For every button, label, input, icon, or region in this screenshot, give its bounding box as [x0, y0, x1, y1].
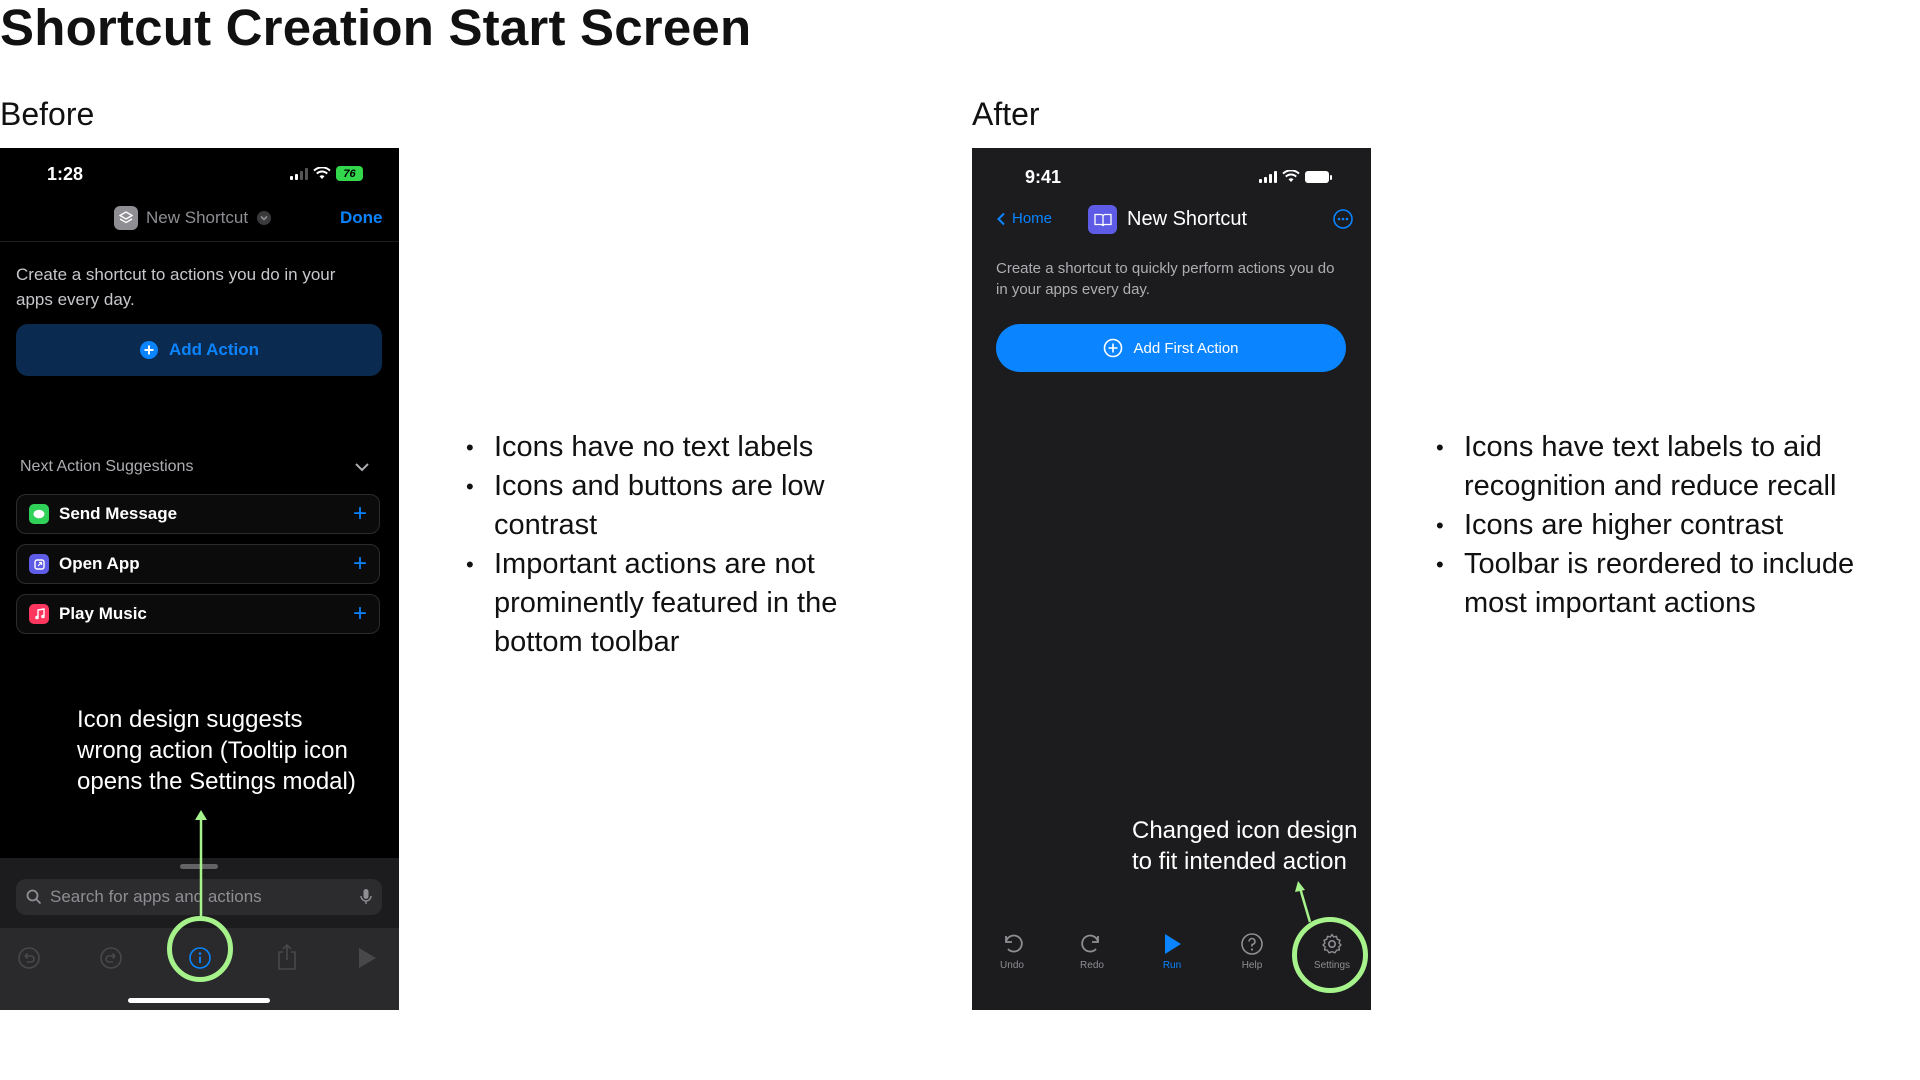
add-first-action-label: Add First Action	[1133, 339, 1239, 357]
add-action-label: Add Action	[168, 340, 260, 359]
book-icon	[1088, 205, 1117, 234]
divider	[0, 241, 399, 242]
suggestions-header: Next Action Suggestions	[20, 458, 194, 475]
music-icon	[29, 604, 49, 624]
description: Create a shortcut to quickly perform act…	[996, 260, 1335, 298]
chevron-left-icon	[997, 212, 1005, 225]
note-item: Icons and buttons are low contrast	[466, 467, 884, 545]
plus-icon[interactable]: +	[353, 602, 367, 626]
play-icon	[1165, 934, 1181, 954]
highlight-ring	[167, 916, 233, 982]
status-time: 1:28	[47, 164, 84, 184]
status-icons: 76	[290, 166, 363, 181]
battery-icon	[1305, 170, 1332, 183]
toolbar-label: Run	[1162, 960, 1182, 971]
suggestion-row[interactable]: Send Message +	[16, 494, 380, 534]
plus-icon[interactable]: +	[353, 502, 367, 526]
note-item: Icons are higher contrast	[1436, 506, 1894, 545]
after-notes: Icons have text labels to aid recognitio…	[1434, 428, 1894, 623]
after-label: After	[972, 96, 1040, 132]
annotation-before: Icon design suggests wrong action (Toolt…	[77, 706, 356, 795]
before-label: Before	[0, 96, 95, 132]
nav-title: New Shortcut	[1127, 208, 1248, 230]
toolbar-help[interactable]: Help	[1222, 932, 1282, 971]
signal-icon	[1259, 170, 1277, 183]
back-label: Home	[1012, 210, 1053, 227]
description: Create a shortcut to actions you do in y…	[16, 265, 336, 309]
suggestion-row[interactable]: Play Music +	[16, 594, 380, 634]
toolbar-run[interactable]: Run	[1142, 932, 1202, 971]
chevron-down-icon[interactable]	[354, 461, 370, 473]
nav-title-button[interactable]: New Shortcut	[1088, 205, 1247, 234]
annotation-after: Changed icon design to fit intended acti…	[1132, 817, 1358, 875]
wifi-icon	[1282, 170, 1300, 182]
undo-icon	[1005, 934, 1023, 953]
plus-icon[interactable]: +	[353, 552, 367, 576]
more-icon[interactable]	[1332, 208, 1354, 230]
add-first-action-button[interactable]: Add First Action	[996, 324, 1346, 372]
redo-icon[interactable]	[99, 946, 123, 970]
note-item: Icons have text labels to aid recognitio…	[1436, 428, 1894, 506]
highlight-ring	[1292, 917, 1368, 993]
messages-icon	[29, 504, 49, 524]
toolbar-undo[interactable]: Undo	[982, 932, 1042, 971]
add-action-button[interactable]: Add Action	[16, 324, 382, 376]
page-title: Shortcut Creation Start Screen	[0, 0, 752, 56]
search-icon	[26, 889, 42, 905]
plus-circle-icon	[1104, 338, 1123, 358]
undo-icon[interactable]	[17, 946, 41, 970]
shortcut-app-icon	[114, 206, 138, 230]
suggestion-label: Open App	[59, 554, 140, 573]
toolbar-label: Redo	[1080, 960, 1104, 971]
redo-icon	[1081, 934, 1099, 953]
status-icons	[1259, 170, 1332, 183]
microphone-icon[interactable]	[360, 888, 372, 906]
nav-title-button[interactable]: New Shortcut	[114, 206, 272, 230]
wifi-icon	[313, 167, 331, 179]
done-button[interactable]: Done	[340, 208, 383, 228]
toolbar-label: Help	[1241, 960, 1263, 971]
suggestion-row[interactable]: Open App +	[16, 544, 380, 584]
signal-icon	[290, 167, 308, 180]
before-notes: Icons have no text labels Icons and butt…	[464, 428, 884, 662]
toolbar-redo[interactable]: Redo	[1062, 932, 1122, 971]
open-app-icon	[29, 554, 49, 574]
note-item: Important actions are not prominently fe…	[466, 545, 884, 662]
help-icon	[1241, 933, 1263, 955]
battery-icon: 76	[336, 166, 363, 181]
suggestion-label: Send Message	[59, 504, 178, 523]
annotation-arrow	[1295, 881, 1312, 923]
play-icon[interactable]	[357, 947, 377, 969]
annotation-arrow	[195, 810, 207, 920]
suggestion-label: Play Music	[59, 604, 147, 623]
share-icon[interactable]	[276, 943, 298, 971]
toolbar-label: Undo	[1000, 960, 1024, 971]
status-time: 9:41	[1025, 167, 1062, 187]
chevron-down-icon	[257, 211, 272, 225]
note-item: Icons have no text labels	[466, 428, 884, 467]
home-indicator	[128, 998, 270, 1003]
back-button[interactable]: Home	[996, 210, 1052, 227]
plus-circle-icon	[139, 341, 158, 359]
note-item: Toolbar is reordered to include most imp…	[1436, 545, 1894, 623]
nav-title: New Shortcut	[146, 208, 249, 227]
